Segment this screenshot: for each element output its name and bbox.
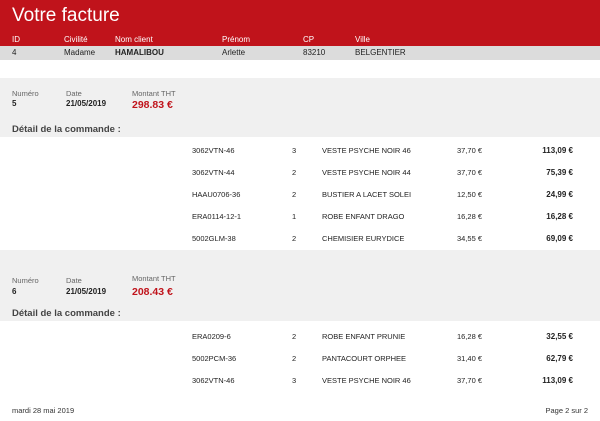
line-ref: ERA0114-12-1 (192, 212, 242, 221)
line-total: 24,99 € (546, 190, 573, 199)
line-designation: VESTE PSYCHE NOIR 46 (322, 376, 411, 385)
line-total: 69,09 € (546, 234, 573, 243)
order-header: Numéro Date Montant THT 6 21/05/2019 208… (0, 250, 600, 321)
order-date: 21/05/2019 (66, 287, 107, 296)
col-header-ville: Ville (355, 35, 370, 44)
line-ref: 3062VTN-46 (192, 146, 235, 155)
line-ref: 3062VTN-44 (192, 168, 235, 177)
line-designation: CHEMISIER EURYDICE (322, 234, 405, 243)
numero-label: Numéro (12, 89, 39, 98)
line-designation: ROBE ENFANT DRAGO (322, 212, 405, 221)
numero-label: Numéro (12, 276, 39, 285)
footer-date: mardi 28 mai 2019 (12, 406, 75, 415)
line-qty: 2 (292, 190, 297, 199)
client-cp: 83210 (303, 48, 326, 57)
order-amount: 298.83 € (132, 99, 173, 111)
line-unit-price: 37,70 € (456, 376, 482, 385)
col-header-id: ID (12, 35, 20, 44)
order-header: Numéro Date Montant THT 5 21/05/2019 298… (0, 78, 600, 137)
line-ref: HAAU0706-36 (192, 190, 241, 199)
line-total: 32,55 € (546, 332, 573, 341)
line-unit-price: 16,28 € (456, 332, 482, 341)
client-ville: BELGENTIER (355, 48, 406, 57)
date-label: Date (66, 276, 82, 285)
line-qty: 2 (292, 354, 297, 363)
order-date: 21/05/2019 (66, 99, 107, 108)
line-ref: 5002PCM-36 (192, 354, 237, 363)
order-numero: 6 (12, 287, 17, 296)
line-ref: ERA0209-6 (192, 332, 231, 341)
line-qty: 2 (292, 332, 297, 341)
order-amount: 208.43 € (132, 286, 173, 298)
line-unit-price: 34,55 € (456, 234, 482, 243)
line-unit-price: 12,50 € (456, 190, 482, 199)
line-total: 113,09 € (542, 376, 573, 385)
date-label: Date (66, 89, 82, 98)
line-total: 75,39 € (546, 168, 573, 177)
line-ref: 5002GLM-38 (192, 234, 236, 243)
line-designation: VESTE PSYCHE NOIR 44 (322, 168, 411, 177)
client-row: 4 Madame HAMALIBOU Arlette 83210 BELGENT… (0, 46, 600, 60)
client-civilite: Madame (64, 48, 96, 57)
line-unit-price: 37,70 € (456, 146, 482, 155)
montant-label: Montant THT (132, 89, 176, 98)
line-total: 113,09 € (542, 146, 573, 155)
line-designation: ROBE ENFANT PRUNIE (322, 332, 406, 341)
detail-title: Détail de la commande : (12, 308, 121, 319)
line-unit-price: 37,70 € (456, 168, 482, 177)
line-qty: 3 (292, 146, 297, 155)
order-numero: 5 (12, 99, 17, 108)
col-header-nom: Nom client (115, 35, 153, 44)
report-title: Votre facture (12, 5, 120, 26)
montant-label: Montant THT (132, 274, 176, 283)
col-header-prenom: Prénom (222, 35, 251, 44)
line-qty: 3 (292, 376, 297, 385)
line-qty: 2 (292, 168, 297, 177)
line-designation: PANTACOURT ORPHEE (322, 354, 407, 363)
col-header-cp: CP (303, 35, 315, 44)
line-total: 16,28 € (546, 212, 573, 221)
line-unit-price: 31,40 € (456, 354, 482, 363)
line-qty: 2 (292, 234, 297, 243)
client-prenom: Arlette (222, 48, 246, 57)
line-unit-price: 16,28 € (456, 212, 482, 221)
line-designation: BUSTIER A LACET SOLEI (322, 190, 412, 199)
line-ref: 3062VTN-46 (192, 376, 235, 385)
client-nom: HAMALIBOU (115, 48, 164, 57)
line-total: 62,79 € (546, 354, 573, 363)
footer-page-number: Page 2 sur 2 (545, 406, 588, 415)
col-header-civilite: Civilité (64, 35, 88, 44)
report-header: Votre facture ID Civilité Nom client Pré… (0, 0, 600, 46)
line-qty: 1 (292, 212, 297, 221)
client-id: 4 (12, 48, 17, 57)
detail-title: Détail de la commande : (12, 124, 121, 135)
line-designation: VESTE PSYCHE NOIR 46 (322, 146, 411, 155)
